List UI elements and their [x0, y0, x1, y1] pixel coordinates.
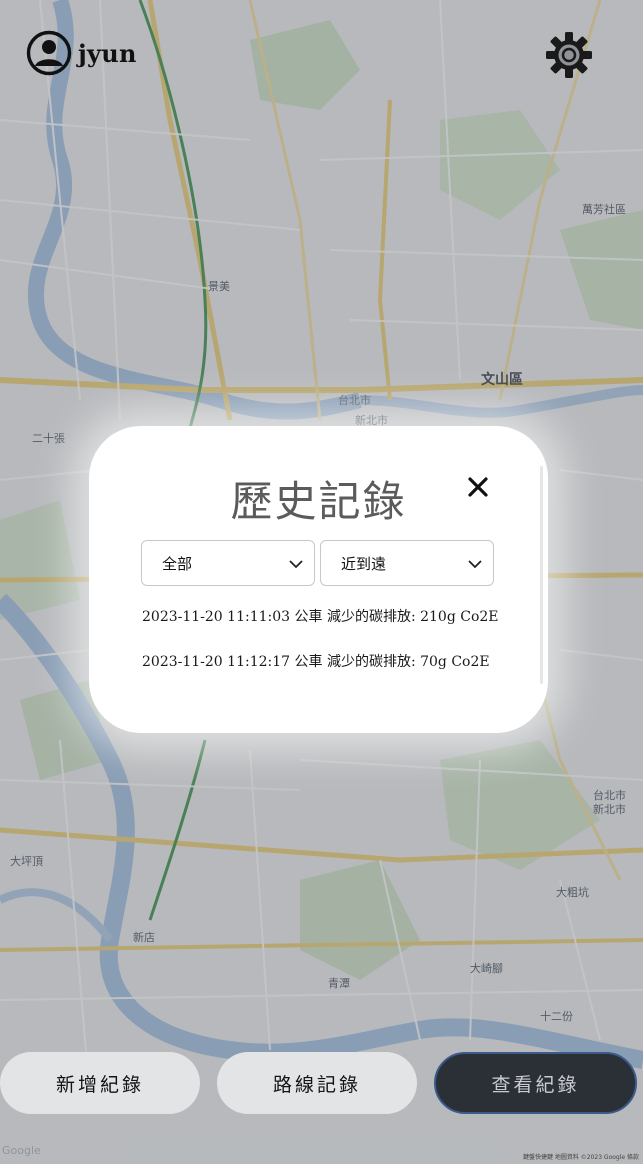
close-icon[interactable]: [465, 474, 491, 500]
modal-scrollbar[interactable]: [540, 466, 543, 684]
chevron-down-icon: [289, 560, 303, 569]
user-profile[interactable]: jyun: [26, 30, 137, 76]
user-circle-icon: [26, 30, 72, 76]
type-filter-value: 全部: [162, 554, 193, 573]
list-item[interactable]: 2023-11-20 11:11:03 公車 減少的碳排放: 210g Co2E: [142, 606, 499, 626]
chevron-down-icon: [468, 560, 482, 569]
order-filter-value: 近到遠: [341, 554, 387, 573]
username: jyun: [78, 38, 137, 68]
history-modal: 歷史記錄 全部 近到遠 2023-11-20 11:11:03 公車 減少的碳排…: [89, 426, 548, 733]
view-records-button[interactable]: 查看紀錄: [434, 1052, 637, 1114]
map-attribution[interactable]: 鍵盤快捷鍵 地圖資料 ©2023 Google 條款: [523, 1152, 639, 1161]
gear-icon[interactable]: [544, 30, 594, 80]
list-item[interactable]: 2023-11-20 11:12:17 公車 減少的碳排放: 70g Co2E: [142, 651, 490, 671]
add-record-button[interactable]: 新增紀錄: [0, 1052, 200, 1114]
type-filter-select[interactable]: 全部: [141, 540, 315, 586]
google-logo: Google: [2, 1144, 41, 1157]
order-filter-select[interactable]: 近到遠: [320, 540, 494, 586]
route-record-button[interactable]: 路線記錄: [217, 1052, 417, 1114]
